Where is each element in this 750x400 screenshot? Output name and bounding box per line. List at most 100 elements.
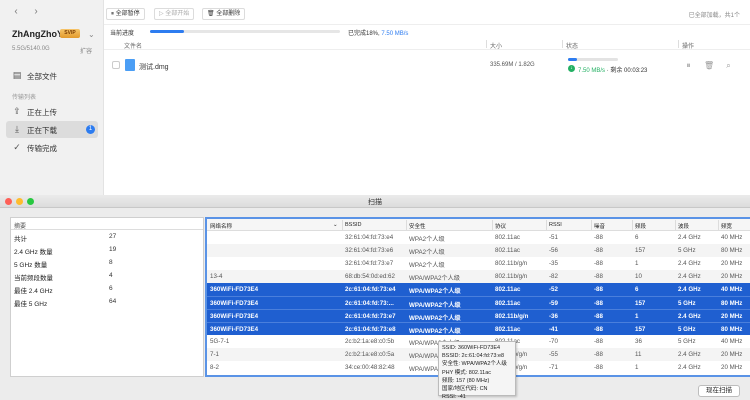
sidebar-item-label: 正在下载 <box>27 126 57 135</box>
table-cell: 5 GHz <box>678 247 696 254</box>
sidebar-item-label: 正在上传 <box>27 108 57 117</box>
column-header[interactable]: BSSID <box>345 222 362 228</box>
column-header[interactable]: 网络名称 <box>210 222 232 230</box>
table-cell: 36 <box>635 338 642 345</box>
sidebar-item-label: 全部文件 <box>27 72 57 81</box>
tooltip-line: 国家/地区代码: CN <box>442 386 488 393</box>
table-row[interactable]: 测试.dmg 335.69M / 1.82G ↓ 7.50 MB/s · 剩余 … <box>104 55 750 77</box>
window-titlebar[interactable]: 扫描 <box>0 195 750 208</box>
tooltip-line: PHY 模式: 802.11ac <box>442 369 492 376</box>
table-cell: -88 <box>594 364 603 371</box>
summary-label: 5 GHz 数量 <box>14 262 48 269</box>
table-cell: 5 GHz <box>678 338 696 345</box>
download-manager-window: ‹ › ZhAngZhoYn SVIP ⌄ 5.5G/5140.0G 扩容 ▤ … <box>0 0 750 196</box>
table-row[interactable]: 32:61:04:fd:73:e7 WPA2个人级 802.11b/g/n -35 -8… <box>207 257 750 270</box>
column-header[interactable]: RSSI <box>549 222 562 228</box>
scan-now-button[interactable]: 现在扫描 <box>698 385 740 397</box>
download-icon: ⤓ <box>15 124 19 134</box>
table-cell: 2.4 GHz <box>678 364 701 371</box>
delete-icon[interactable]: 🗑 <box>704 61 714 70</box>
table-cell: 5G-7-1 <box>210 338 230 345</box>
summary-label: 最佳 5 GHz <box>14 301 48 308</box>
summary-value: 19 <box>109 246 117 253</box>
table-cell: -88 <box>594 286 603 293</box>
table-cell: 2c:61:04:fd:73:e7 <box>345 313 396 320</box>
sort-descending-icon[interactable]: ⌄ <box>333 222 338 228</box>
pause-all-button[interactable]: ⏸ 全部暂停 <box>106 8 145 20</box>
table-cell: -36 <box>549 313 558 320</box>
table-cell: 5 GHz <box>678 326 696 333</box>
sidebar-item-completed[interactable]: ✓ 传输完成 <box>6 139 98 156</box>
forward-icon[interactable]: › <box>30 6 42 18</box>
table-cell: -70 <box>549 338 558 345</box>
table-row[interactable]: 360WiFi-FD73E4 2c:61:04:fd:73:e7 WPA/WPA2个… <box>207 309 750 322</box>
sidebar-item-uploading[interactable]: ⇪ 正在上传 <box>6 103 98 120</box>
table-cell: 360WiFi-FD73E4 <box>210 286 259 293</box>
header-name[interactable]: 文件名 <box>124 41 142 50</box>
table-row[interactable]: 32:61:04:fd:73:e6 WPA2个人级 802.11ac -56 -88 15… <box>207 244 750 257</box>
table-cell: 802.11ac <box>495 234 520 241</box>
summary-value: 6 <box>109 285 113 292</box>
table-cell: 80 MHz <box>721 300 743 307</box>
table-cell: WPA/WPA2个人级 <box>409 328 461 335</box>
summary-row: 共计 27 <box>11 230 203 243</box>
start-all-label: 全部开始 <box>165 11 190 17</box>
table-cell: 2.4 GHz <box>678 234 701 241</box>
table-cell: -59 <box>549 300 558 307</box>
column-header[interactable]: 协议 <box>495 222 506 230</box>
table-cell: -88 <box>594 326 603 333</box>
scan-window: 扫描 摘要 共计 27 2.4 GHz 数量 19 5 GHz 数量 8 当前频段数量 4 最佳… <box>0 195 750 400</box>
table-cell: -88 <box>594 351 603 358</box>
table-row[interactable]: 360WiFi-FD73E4 2c:61:04:fd:73:e4 WPA/WPA2个… <box>207 283 750 296</box>
summary-row: 5 GHz 数量 8 <box>11 256 203 269</box>
chevron-down-icon[interactable]: ⌄ <box>88 30 95 39</box>
sidebar-item-label: 传输完成 <box>27 144 57 153</box>
table-cell: -88 <box>594 247 603 254</box>
pause-icon[interactable]: ⏸ <box>684 61 693 70</box>
table-cell: 40 MHz <box>721 234 743 241</box>
folder-search-icon[interactable]: ⌕ <box>724 61 733 70</box>
table-cell: 32:61:04:fd:73:e4 <box>345 234 394 241</box>
table-row[interactable]: 32:61:04:fd:73:e4 WPA2个人级 802.11ac -51 -88 6 2… <box>207 231 750 244</box>
header-size[interactable]: 大小 <box>490 41 502 50</box>
vip-badge: SVIP <box>60 29 80 38</box>
start-all-button[interactable]: ▷ 全部开始 <box>154 8 195 20</box>
table-cell: 1 <box>635 260 639 267</box>
table-row[interactable]: 360WiFi-FD73E4 2c:61:04:fd:73:e8 WPA/WPA2个… <box>207 322 750 335</box>
sidebar-section-label: 传输列表 <box>12 95 37 101</box>
table-cell: 1 <box>635 313 639 320</box>
header-status[interactable]: 状态 <box>566 41 578 50</box>
column-header[interactable]: 噪音 <box>594 222 605 230</box>
column-header[interactable]: 频段 <box>635 222 646 230</box>
column-header[interactable]: 波段 <box>678 222 689 230</box>
progress-bar-fill <box>150 30 185 33</box>
table-cell: 13-4 <box>210 273 223 280</box>
table-cell: -52 <box>549 286 558 293</box>
column-header[interactable]: 频宽 <box>721 222 732 230</box>
table-cell: 2c:b2:1a:e8:c0:5b <box>345 338 395 345</box>
row-checkbox[interactable] <box>112 61 120 69</box>
progress-label: 当前进度 <box>110 31 135 37</box>
table-row[interactable]: 13-4 68:db:54:0d:ed:62 WPA/WPA2个人级 802.11b/… <box>207 270 750 283</box>
download-count-badge: 1 <box>86 125 95 134</box>
summary-label: 当前频段数量 <box>14 275 53 282</box>
table-row[interactable]: 360WiFi-FD73E4 2c:61:04:fd:73:... WPA/WPA2… <box>207 296 750 309</box>
file-progress-bar <box>568 58 618 61</box>
column-header[interactable]: 安全性 <box>409 222 426 230</box>
table-cell: 80 MHz <box>721 326 743 333</box>
downloading-icon: ↓ <box>568 65 575 72</box>
expand-storage-link[interactable]: 扩容 <box>80 46 92 55</box>
sidebar-item-downloading[interactable]: ⤓ 正在下载 1 <box>6 121 98 138</box>
delete-all-label: 全部删除 <box>216 11 241 17</box>
delete-all-button[interactable]: 🗑 全部删除 <box>202 8 246 20</box>
table-cell: 34:ce:00:48:82:48 <box>345 364 395 371</box>
table-cell: 360WiFi-FD73E4 <box>210 313 259 320</box>
back-icon[interactable]: ‹ <box>10 6 22 18</box>
sidebar-item-all-files[interactable]: ▤ 全部文件 <box>6 67 98 84</box>
summary-value: 64 <box>109 298 117 305</box>
table-cell: 2.4 GHz <box>678 273 701 280</box>
file-speed: 7.50 MB/s <box>578 68 606 74</box>
table-cell: 802.11ac <box>495 247 520 254</box>
load-status-text: 已全部加载，共1个 <box>688 13 740 19</box>
table-cell: -41 <box>549 326 558 333</box>
